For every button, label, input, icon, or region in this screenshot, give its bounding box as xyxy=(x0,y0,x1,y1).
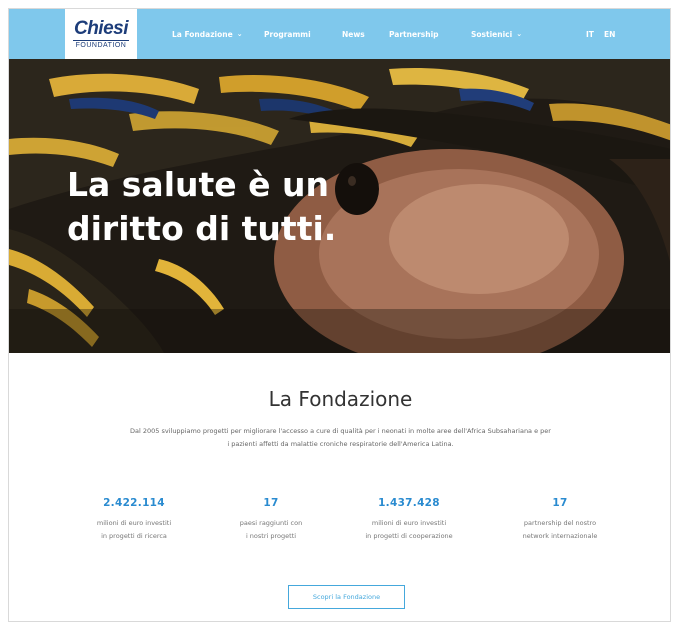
logo-wordmark: Chiesi xyxy=(73,17,129,39)
nav-item-partnership[interactable]: Partnership xyxy=(389,30,439,39)
nav-item-sostienici[interactable]: Sostienici ⌄ xyxy=(471,30,522,39)
stat-label-line1: milioni di euro investiti xyxy=(96,519,172,527)
nav-item-label: La Fondazione xyxy=(172,29,233,39)
language-switch-en[interactable]: EN xyxy=(604,9,615,59)
stat-label: partnership del nostro network internazi… xyxy=(500,517,620,543)
foundation-intro-text: Dal 2005 sviluppiamo progetti per miglio… xyxy=(130,427,551,448)
nav-item-label: Programmi xyxy=(264,29,311,39)
top-navigation-bar: Chiesi FOUNDATION La Fondazione ⌄ Progra… xyxy=(9,9,670,59)
logo-subtitle: FOUNDATION xyxy=(75,41,127,49)
section-title-la-fondazione: La Fondazione xyxy=(268,387,413,411)
stat-item: 17 partnership del nostro network intern… xyxy=(500,497,620,543)
stat-item: 2.422.114 milioni di euro investiti in p… xyxy=(74,497,194,543)
stat-item: 17 paesi raggiunti con i nostri progetti xyxy=(211,497,331,543)
stat-label-line1: milioni di euro investiti xyxy=(371,519,447,527)
logo-underline xyxy=(73,39,129,41)
stat-value: 1.437.428 xyxy=(378,497,440,509)
nav-item-label: News xyxy=(342,29,365,39)
nav-item-label: Partnership xyxy=(389,29,439,39)
stat-value: 2.422.114 xyxy=(103,497,165,509)
stat-label-line2: network internazionale xyxy=(522,532,598,540)
nav-item-news[interactable]: News xyxy=(342,30,365,39)
nav-item-label: Sostienici xyxy=(471,29,513,39)
stat-label: milioni di euro investiti in progetti di… xyxy=(349,517,469,543)
chevron-down-icon: ⌄ xyxy=(236,30,243,38)
chevron-down-icon: ⌄ xyxy=(516,30,523,38)
hero-headline-line1: La salute è un xyxy=(67,165,330,204)
discover-foundation-button[interactable]: Scopri la Fondazione xyxy=(288,585,405,609)
stat-item: 1.437.428 milioni di euro investiti in p… xyxy=(349,497,469,543)
page-frame: Chiesi FOUNDATION La Fondazione ⌄ Progra… xyxy=(8,8,671,622)
hero-banner: La salute è un diritto di tutti. xyxy=(9,59,670,353)
nav-item-la-fondazione[interactable]: La Fondazione ⌄ xyxy=(172,30,243,39)
hero-headline: La salute è un diritto di tutti. xyxy=(67,163,387,251)
stat-label-line2: i nostri progetti xyxy=(245,532,297,540)
stat-label-line2: in progetti di ricerca xyxy=(101,532,167,540)
stat-label: milioni di euro investiti in progetti di… xyxy=(74,517,194,543)
stat-label-line1: paesi raggiunti con xyxy=(239,519,303,527)
stat-value: 17 xyxy=(263,497,279,509)
chiesi-foundation-logo[interactable]: Chiesi FOUNDATION xyxy=(65,9,137,59)
stat-label: paesi raggiunti con i nostri progetti xyxy=(211,517,331,543)
language-switch-it[interactable]: IT xyxy=(586,9,594,59)
nav-item-programmi[interactable]: Programmi xyxy=(264,30,311,39)
hero-headline-line2: diritto di tutti. xyxy=(67,209,337,248)
stat-value: 17 xyxy=(552,497,568,509)
stat-label-line1: partnership del nostro xyxy=(523,519,597,527)
stat-label-line2: in progetti di cooperazione xyxy=(365,532,453,540)
